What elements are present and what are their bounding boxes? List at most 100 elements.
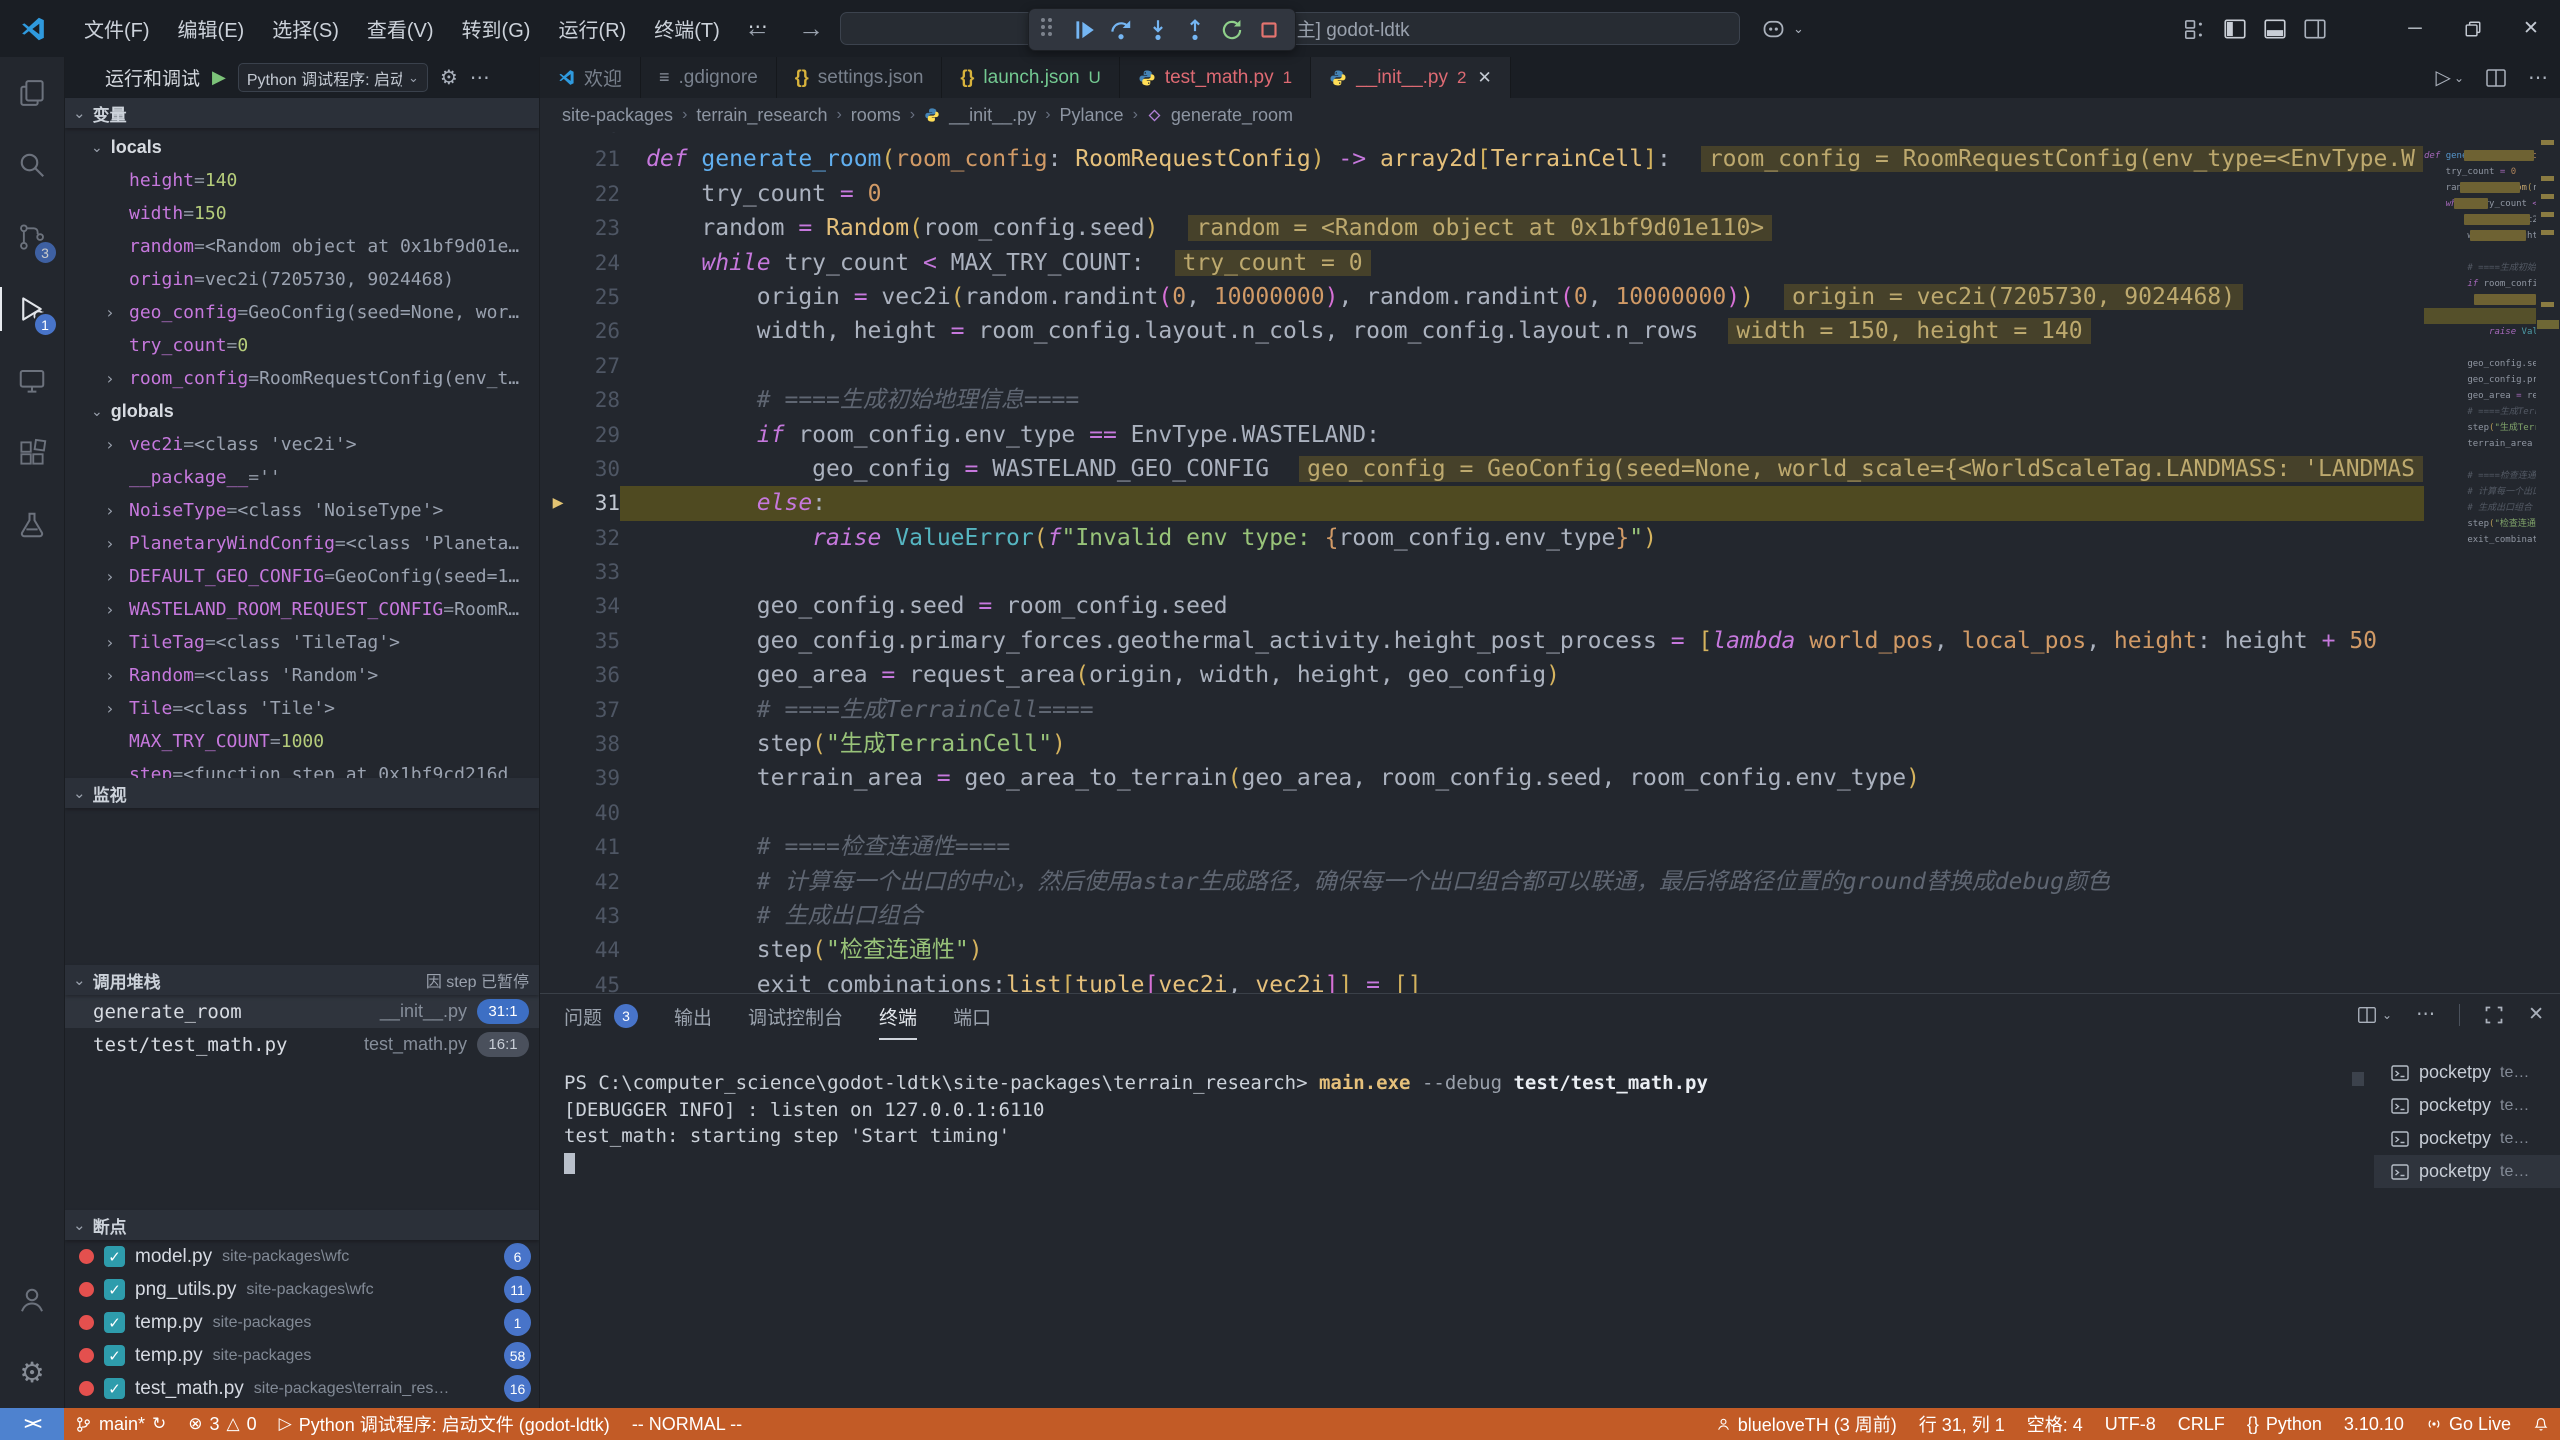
code-line[interactable]: 34 geo_config.seed = room_config.seed: [540, 589, 2424, 623]
debug-step-out-button[interactable]: [1176, 11, 1213, 48]
code-line[interactable]: ▶31 else:: [540, 486, 2424, 520]
variable-row[interactable]: ›WASTELAND_ROOM_REQUEST_CONFIG = RoomR…: [65, 593, 539, 626]
breakpoint-checkbox[interactable]: ✓: [104, 1279, 125, 1300]
variable-row[interactable]: ›geo_config = GeoConfig(seed=None, wor…: [65, 296, 539, 329]
variable-row[interactable]: __package__ = '': [65, 461, 539, 494]
breakpoint-row[interactable]: ✓model.pysite-packages\wfc6: [65, 1240, 539, 1273]
menu-view[interactable]: 查看(V): [353, 7, 448, 50]
activity-testing[interactable]: [0, 489, 65, 561]
code-line[interactable]: 43 # 生成出口组合: [540, 899, 2424, 933]
debug-step-over-button[interactable]: [1102, 11, 1139, 48]
breakpoints-section-header[interactable]: ⌄ 断点: [65, 1210, 539, 1240]
commit-author-item[interactable]: blueloveTH (3 周前): [1705, 1408, 1908, 1440]
variable-row[interactable]: ›Tile = <class 'Tile'>: [65, 692, 539, 725]
toggle-panel-icon[interactable]: [2262, 16, 2288, 42]
tab-test-math-py[interactable]: test_math.py 1: [1120, 57, 1311, 98]
debug-config-select[interactable]: Python 调试程序: 启动文件 ⌄: [238, 63, 428, 92]
terminal-scrollbar[interactable]: [2352, 1072, 2364, 1086]
encoding-item[interactable]: UTF-8: [2094, 1408, 2167, 1440]
overview-ruler[interactable]: [2536, 132, 2560, 993]
activity-accounts[interactable]: [0, 1264, 65, 1336]
activity-extensions[interactable]: [0, 417, 65, 489]
panel-tab-output[interactable]: 输出: [674, 994, 712, 1040]
breakpoint-row[interactable]: ✓temp.pysite-packages1: [65, 1306, 539, 1339]
variable-row[interactable]: ›vec2i = <class 'vec2i'>: [65, 428, 539, 461]
activity-remote-explorer[interactable]: [0, 345, 65, 417]
code-line[interactable]: 30 geo_config = WASTELAND_GEO_CONFIGgeo_…: [540, 452, 2424, 486]
close-panel-icon[interactable]: ✕: [2528, 1003, 2544, 1026]
terminal-list-item[interactable]: pocketpyte…: [2374, 1089, 2560, 1122]
nav-back-icon[interactable]: ←: [744, 13, 770, 44]
activity-source-control[interactable]: 3: [0, 201, 65, 273]
cursor-position-item[interactable]: 行 31, 列 1: [1908, 1408, 2016, 1440]
tab-init-py[interactable]: __init__.py 2 ✕: [1311, 57, 1511, 98]
go-live-item[interactable]: Go Live: [2415, 1408, 2522, 1440]
terminal-list-item[interactable]: pocketpyte…: [2374, 1056, 2560, 1089]
menu-go[interactable]: 转到(G): [448, 7, 545, 50]
terminal-list-item[interactable]: pocketpyte…: [2374, 1122, 2560, 1155]
breakpoint-row[interactable]: ✓test_math.pysite-packages\terrain_res…1…: [65, 1372, 539, 1405]
toggle-secondary-sidebar-icon[interactable]: [2302, 16, 2328, 42]
code-line[interactable]: 41 # ====检查连通性====: [540, 830, 2424, 864]
panel-tab-ports[interactable]: 端口: [953, 994, 991, 1040]
variable-row[interactable]: height = 140: [65, 164, 539, 197]
panel-tab-problems[interactable]: 问题 3: [564, 994, 638, 1040]
code-line[interactable]: 39 terrain_area = geo_area_to_terrain(ge…: [540, 761, 2424, 795]
window-close-button[interactable]: ✕: [2502, 0, 2560, 57]
minimap[interactable]: def generate_room(room_config: RoomReque…: [2424, 132, 2536, 993]
breakpoint-checkbox[interactable]: ✓: [104, 1345, 125, 1366]
variable-row[interactable]: ›NoiseType = <class 'NoiseType'>: [65, 494, 539, 527]
variable-row[interactable]: random = <Random object at 0x1bf9d01e…: [65, 230, 539, 263]
menu-run[interactable]: 运行(R): [544, 7, 640, 50]
code-editor[interactable]: 2021def generate_room(room_config: RoomR…: [540, 132, 2560, 993]
breadcrumb-item[interactable]: generate_room: [1171, 105, 1293, 126]
breadcrumb-item[interactable]: Pylance: [1060, 105, 1124, 126]
tab-settings-json[interactable]: {} settings.json: [777, 57, 943, 98]
customize-layout-icon[interactable]: [2182, 16, 2208, 42]
code-line[interactable]: 29 if room_config.env_type == EnvType.WA…: [540, 418, 2424, 452]
notifications-item[interactable]: [2522, 1408, 2560, 1440]
tab-launch-json[interactable]: {} launch.json U: [942, 57, 1119, 98]
variable-row[interactable]: step = <function step at 0x1bf9cd216d: [65, 758, 539, 778]
panel-more-icon[interactable]: ⋯: [2416, 1003, 2435, 1026]
debug-stop-button[interactable]: [1250, 11, 1287, 48]
code-line[interactable]: 22 try_count = 0: [540, 177, 2424, 211]
variable-row[interactable]: ›room_config = RoomRequestConfig(env_t…: [65, 362, 539, 395]
sidebar-more-icon[interactable]: ⋯: [470, 65, 490, 90]
remote-indicator[interactable]: ><: [0, 1408, 64, 1440]
nav-forward-icon[interactable]: →: [798, 13, 824, 44]
variable-row[interactable]: ›PlanetaryWindConfig = <class 'Planeta…: [65, 527, 539, 560]
activity-search[interactable]: [0, 129, 65, 201]
breadcrumb-item[interactable]: site-packages: [562, 105, 673, 126]
problems-item[interactable]: ⊗ 3 △ 0: [177, 1408, 267, 1440]
tab-close-icon[interactable]: ✕: [1477, 68, 1491, 88]
toggle-primary-sidebar-icon[interactable]: [2222, 16, 2248, 42]
variable-row[interactable]: ›TileTag = <class 'TileTag'>: [65, 626, 539, 659]
tab-gdignore[interactable]: ≡ .gdignore: [641, 57, 777, 98]
debug-continue-button[interactable]: [1065, 11, 1102, 48]
code-line[interactable]: 25 origin = vec2i(random.randint(0, 1000…: [540, 280, 2424, 314]
code-line[interactable]: 42 # 计算每一个出口的中心，然后使用astar生成路径，确保每一个出口组合都…: [540, 865, 2424, 899]
breadcrumb-item[interactable]: __init__.py: [949, 105, 1036, 126]
code-line[interactable]: 20: [540, 132, 2424, 142]
eol-item[interactable]: CRLF: [2167, 1408, 2236, 1440]
menu-selection[interactable]: 选择(S): [258, 7, 353, 50]
code-line[interactable]: 40: [540, 796, 2424, 830]
python-version-item[interactable]: 3.10.10: [2333, 1408, 2415, 1440]
breadcrumb-item[interactable]: terrain_research: [696, 105, 827, 126]
menu-file[interactable]: 文件(F): [70, 7, 164, 50]
start-debug-icon[interactable]: ▶: [212, 67, 226, 88]
debug-session-item[interactable]: ▷ Python 调试程序: 启动文件 (godot-ldtk): [268, 1408, 621, 1440]
code-line[interactable]: 44 step("检查连通性"): [540, 933, 2424, 967]
window-minimize-button[interactable]: ─: [2386, 0, 2444, 57]
split-editor-icon[interactable]: [2484, 66, 2508, 90]
maximize-panel-icon[interactable]: [2484, 1005, 2504, 1025]
branch-item[interactable]: main* ↻: [64, 1408, 177, 1440]
variables-scope[interactable]: ⌄globals: [65, 395, 539, 428]
menu-edit[interactable]: 编辑(E): [164, 7, 259, 50]
stack-frame[interactable]: test/test_math.pytest_math.py16:1: [65, 1028, 539, 1061]
drag-grip-icon[interactable]: [1041, 18, 1057, 42]
code-line[interactable]: 36 geo_area = request_area(origin, width…: [540, 658, 2424, 692]
callstack-section-header[interactable]: ⌄ 调用堆栈 因 step 已暂停: [65, 965, 539, 995]
copilot-icon[interactable]: [1760, 15, 1787, 42]
